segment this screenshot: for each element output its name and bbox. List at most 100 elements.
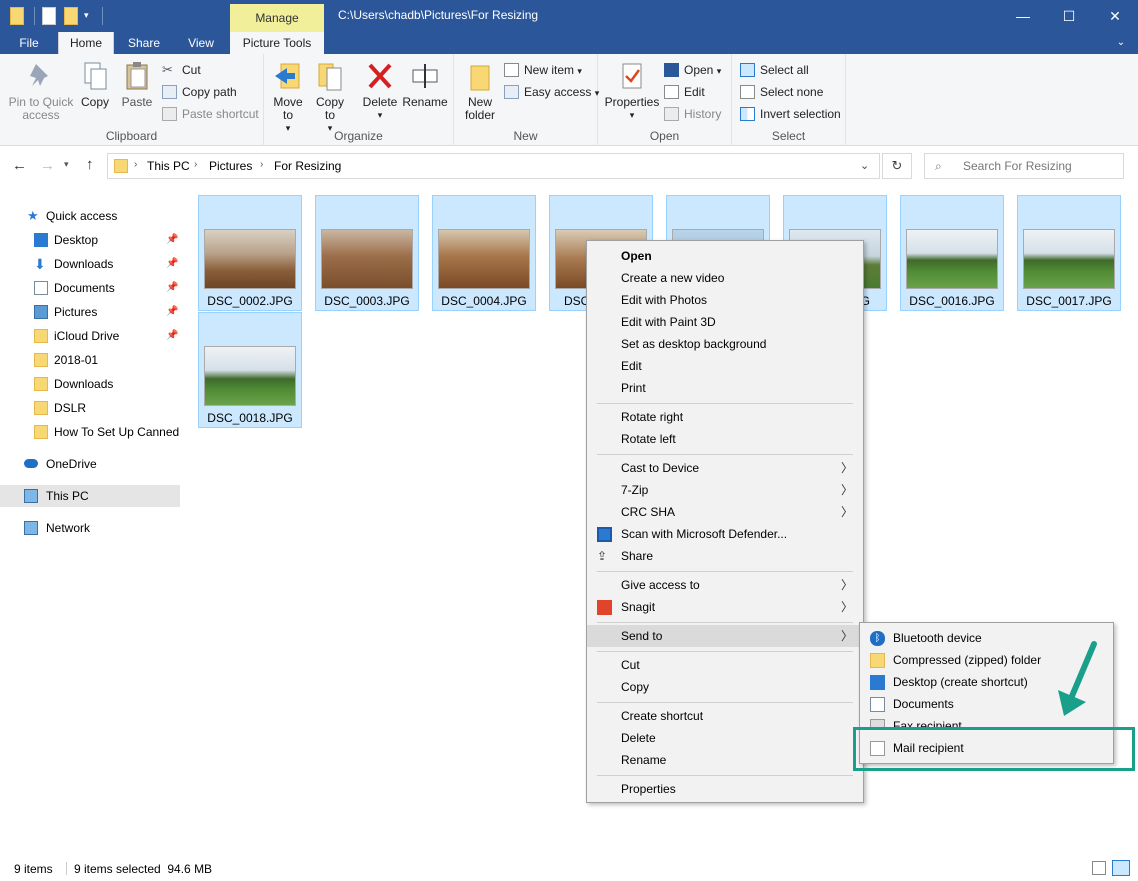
- edit-button[interactable]: Edit: [664, 82, 705, 102]
- menu-item-7zip[interactable]: 7-Zip 〉: [587, 479, 863, 501]
- copy-button[interactable]: Copy: [76, 60, 114, 109]
- nav-onedrive[interactable]: OneDrive: [0, 453, 180, 475]
- easy-access-button[interactable]: Easy access ▾: [504, 82, 599, 102]
- delete-button[interactable]: Delete ▾: [360, 60, 400, 122]
- nav-downloads-folder[interactable]: Downloads: [0, 373, 180, 395]
- pin-icon[interactable]: 📌: [166, 301, 178, 323]
- maximize-button[interactable]: ☐: [1046, 0, 1092, 32]
- file-thumbnail[interactable]: DSC_0003.JPG: [315, 195, 419, 311]
- qat-dropdown-icon[interactable]: ▾: [84, 10, 94, 20]
- chevron-right-icon[interactable]: ›: [134, 159, 137, 170]
- cut-button[interactable]: ✂ Cut: [162, 60, 201, 80]
- tab-file[interactable]: File: [8, 32, 50, 54]
- file-thumbnail[interactable]: DSC_0018.JPG: [198, 312, 302, 428]
- minimize-button[interactable]: —: [1000, 0, 1046, 32]
- breadcrumb-pictures[interactable]: Pictures: [209, 159, 252, 173]
- tab-view[interactable]: View: [176, 32, 226, 54]
- nav-downloads[interactable]: ⬇ Downloads 📌: [0, 253, 180, 275]
- menu-item-copy[interactable]: Copy: [587, 676, 863, 698]
- open-button[interactable]: Open ▾: [664, 60, 721, 80]
- manage-tab[interactable]: Manage: [230, 4, 324, 32]
- pin-icon[interactable]: 📌: [166, 253, 178, 275]
- file-thumbnail[interactable]: DSC_0004.JPG: [432, 195, 536, 311]
- pin-quick-access-button[interactable]: Pin to Quick access: [6, 60, 76, 122]
- history-button[interactable]: History: [664, 104, 721, 124]
- forward-arrow-icon[interactable]: →: [40, 157, 55, 174]
- search-box[interactable]: ⌕ Search For Resizing: [924, 153, 1124, 179]
- copy-to-button[interactable]: Copy to ▾: [312, 60, 348, 135]
- select-none-button[interactable]: Select none: [740, 82, 823, 102]
- refresh-icon[interactable]: ↻: [882, 153, 912, 179]
- nav-2018-01[interactable]: 2018-01: [0, 349, 180, 371]
- tab-picture-tools[interactable]: Picture Tools: [230, 32, 324, 54]
- nav-canned-folder[interactable]: How To Set Up Canned I: [0, 421, 180, 443]
- properties-button[interactable]: Properties ▾: [604, 60, 660, 122]
- menu-item-properties[interactable]: Properties: [587, 778, 863, 800]
- nav-dslr[interactable]: DSLR: [0, 397, 180, 419]
- up-arrow-icon[interactable]: ↑: [86, 156, 94, 173]
- paste-button[interactable]: Paste: [118, 60, 156, 109]
- menu-item-cut[interactable]: Cut: [587, 654, 863, 676]
- menu-item-cast-to-device[interactable]: Cast to Device 〉: [587, 457, 863, 479]
- menu-item-create-shortcut[interactable]: Create shortcut: [587, 705, 863, 727]
- new-folder-icon[interactable]: [64, 7, 78, 25]
- menu-item-snagit[interactable]: Snagit 〉: [587, 596, 863, 618]
- menu-item-rename[interactable]: Rename: [587, 749, 863, 771]
- menu-item-edit-paint3d[interactable]: Edit with Paint 3D: [587, 311, 863, 333]
- menu-item-defender-scan[interactable]: Scan with Microsoft Defender...: [587, 523, 863, 545]
- address-bar[interactable]: › This PC › Pictures › For Resizing ⌄: [107, 153, 880, 179]
- menu-item-crc-sha[interactable]: CRC SHA 〉: [587, 501, 863, 523]
- chevron-right-icon[interactable]: ›: [260, 159, 263, 170]
- nav-quick-access[interactable]: ★ Quick access: [0, 205, 180, 227]
- nav-this-pc[interactable]: This PC: [0, 485, 180, 507]
- menu-item-open[interactable]: Open: [587, 245, 863, 267]
- large-icons-view-icon[interactable]: [1112, 860, 1130, 876]
- chevron-right-icon[interactable]: ›: [194, 159, 197, 170]
- menu-item-create-video[interactable]: Create a new video: [587, 267, 863, 289]
- properties-icon[interactable]: [42, 7, 56, 25]
- details-view-icon[interactable]: [1092, 861, 1106, 875]
- recent-locations-icon[interactable]: ▾: [64, 159, 69, 170]
- menu-item-edit[interactable]: Edit: [587, 355, 863, 377]
- menu-item-give-access[interactable]: Give access to 〉: [587, 574, 863, 596]
- breadcrumb-this-pc[interactable]: This PC: [147, 159, 190, 173]
- menu-item-share[interactable]: ⇪ Share: [587, 545, 863, 567]
- tab-share[interactable]: Share: [118, 32, 170, 54]
- chevron-down-icon[interactable]: ⌄: [860, 159, 869, 172]
- expand-ribbon-icon[interactable]: ⌄: [1110, 32, 1132, 54]
- back-arrow-icon[interactable]: ←: [12, 157, 27, 174]
- paste-shortcut-button[interactable]: Paste shortcut: [162, 104, 259, 124]
- copy-path-button[interactable]: Copy path: [162, 82, 237, 102]
- new-item-button[interactable]: New item ▾: [504, 60, 582, 80]
- move-to-button[interactable]: Move to ▾: [270, 60, 306, 135]
- pin-icon[interactable]: 📌: [166, 325, 178, 347]
- pin-icon[interactable]: 📌: [166, 229, 178, 251]
- menu-item-send-to[interactable]: Send to 〉: [587, 625, 863, 647]
- close-button[interactable]: ✕: [1092, 0, 1138, 32]
- pin-icon[interactable]: 📌: [166, 277, 178, 299]
- file-thumbnail[interactable]: DSC_0016.JPG: [900, 195, 1004, 311]
- copy-icon: [80, 60, 110, 92]
- new-folder-button[interactable]: New folder: [460, 60, 500, 122]
- rename-button[interactable]: Rename: [402, 60, 448, 109]
- menu-item-set-background[interactable]: Set as desktop background: [587, 333, 863, 355]
- invert-selection-button[interactable]: Invert selection: [740, 104, 841, 124]
- copy-path-icon: [162, 85, 177, 99]
- menu-item-edit-photos[interactable]: Edit with Photos: [587, 289, 863, 311]
- nav-label: DSLR: [54, 401, 87, 415]
- menu-item-print[interactable]: Print: [587, 377, 863, 399]
- file-thumbnail[interactable]: DSC_0017.JPG: [1017, 195, 1121, 311]
- tab-home[interactable]: Home: [58, 32, 114, 54]
- menu-item-rotate-right[interactable]: Rotate right: [587, 406, 863, 428]
- nav-desktop[interactable]: Desktop 📌: [0, 229, 180, 251]
- nav-pictures[interactable]: Pictures 📌: [0, 301, 180, 323]
- breadcrumb-for-resizing[interactable]: For Resizing: [274, 159, 341, 173]
- select-all-button[interactable]: Select all: [740, 60, 809, 80]
- nav-icloud-drive[interactable]: iCloud Drive 📌: [0, 325, 180, 347]
- file-thumbnail[interactable]: DSC_0002.JPG: [198, 195, 302, 311]
- nav-documents[interactable]: Documents 📌: [0, 277, 180, 299]
- zip-folder-icon: [870, 653, 885, 668]
- menu-item-rotate-left[interactable]: Rotate left: [587, 428, 863, 450]
- menu-item-delete[interactable]: Delete: [587, 727, 863, 749]
- nav-network[interactable]: Network: [0, 517, 180, 539]
